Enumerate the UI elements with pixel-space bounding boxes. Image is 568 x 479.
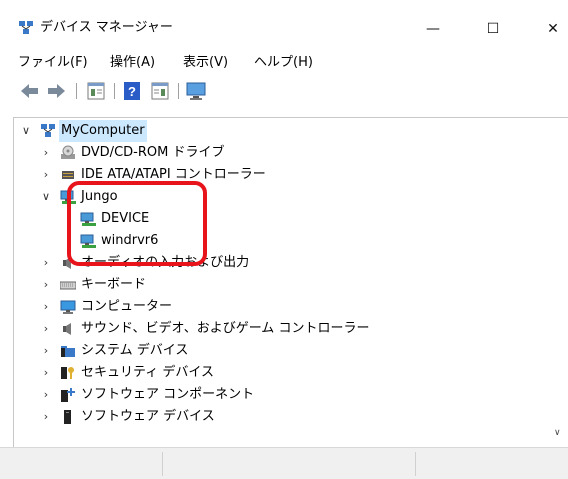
computer-node-icon [41, 124, 55, 137]
monitor-scan-icon[interactable] [184, 80, 208, 102]
maximize-button[interactable]: ☐ [470, 14, 516, 44]
toolbar-separator [114, 83, 115, 99]
tree-item-label[interactable]: サウンド、ビデオ、およびゲーム コントローラー [81, 318, 369, 340]
tree-item[interactable]: › ソフトウェア コンポーネント [14, 384, 554, 406]
help-icon[interactable]: ? [120, 80, 144, 102]
close-button[interactable]: ✕ [530, 14, 568, 44]
tree-item-label[interactable]: DVD/CD-ROM ドライブ [81, 142, 224, 164]
window-title: デバイス マネージャー [40, 20, 173, 35]
device-manager-icon [19, 21, 33, 34]
folder-icon [61, 346, 75, 357]
status-separator [162, 452, 163, 476]
tree-item-label[interactable]: ソフトウェア デバイス [81, 406, 215, 428]
view-icon[interactable] [148, 80, 172, 102]
tree-item[interactable]: › コンピューター [14, 296, 554, 318]
tree-item-label[interactable]: システム デバイス [81, 340, 188, 362]
back-arrow-icon[interactable] [18, 80, 42, 102]
scroll-down-arrow-icon[interactable]: ∨ [554, 428, 561, 438]
svg-text:?: ? [128, 84, 136, 99]
minimize-button[interactable]: — [410, 14, 456, 44]
tree-item[interactable]: › ソフトウェア デバイス [14, 406, 554, 428]
expand-chevron-icon[interactable]: › [40, 340, 52, 362]
dvd-drive-icon [61, 145, 75, 159]
ide-controller-icon [62, 171, 74, 179]
expand-chevron-icon[interactable]: › [40, 252, 52, 274]
tree-root-label[interactable]: MyComputer [59, 120, 147, 142]
collapse-chevron-icon[interactable]: ∨ [20, 120, 32, 142]
expand-chevron-icon[interactable]: › [40, 142, 52, 164]
toolbar-separator [76, 83, 77, 99]
tree-item-label[interactable]: セキュリティ デバイス [81, 362, 214, 384]
security-key-icon [61, 367, 74, 379]
forward-arrow-icon[interactable] [44, 80, 68, 102]
collapse-chevron-icon[interactable]: ∨ [40, 186, 52, 208]
menu-help[interactable]: ヘルプ(H) [254, 54, 313, 72]
tree-root[interactable]: ∨ MyComputer [14, 120, 554, 142]
expand-chevron-icon[interactable]: › [40, 318, 52, 340]
monitor-icon [60, 300, 76, 314]
tree-item-label[interactable]: コンピューター [81, 296, 172, 318]
software-device-icon [64, 410, 71, 424]
status-separator [415, 452, 416, 476]
toolbar-separator [178, 83, 179, 99]
tree-item[interactable]: › サウンド、ビデオ、およびゲーム コントローラー [14, 318, 554, 340]
toolbar: ? [0, 78, 568, 106]
speaker-icon [63, 323, 71, 335]
expand-chevron-icon[interactable]: › [40, 296, 52, 318]
vertical-scrollbar[interactable]: ∨ [551, 118, 568, 447]
device-tree[interactable]: ∨ MyComputer › DVD/CD-ROM ドライブ › IDE ATA… [13, 117, 568, 448]
software-component-icon [61, 388, 75, 402]
status-bar [0, 447, 568, 479]
tree-item-label[interactable]: ソフトウェア コンポーネント [81, 384, 254, 406]
title-bar: デバイス マネージャー — ☐ ✕ [0, 0, 568, 52]
menu-file[interactable]: ファイル(F) [18, 54, 88, 72]
menu-action[interactable]: 操作(A) [110, 54, 155, 72]
highlight-annotation [67, 181, 207, 266]
expand-chevron-icon[interactable]: › [40, 384, 52, 406]
expand-chevron-icon[interactable]: › [40, 164, 52, 186]
tree-item[interactable]: › セキュリティ デバイス [14, 362, 554, 384]
expand-chevron-icon[interactable]: › [40, 274, 52, 296]
keyboard-icon [60, 281, 76, 290]
expand-chevron-icon[interactable]: › [40, 362, 52, 384]
tree-item[interactable]: › システム デバイス [14, 340, 554, 362]
menu-view[interactable]: 表示(V) [183, 54, 228, 72]
tree-item[interactable]: › キーボード [14, 274, 554, 296]
menu-bar: ファイル(F) 操作(A) 表示(V) ヘルプ(H) [0, 52, 568, 74]
tree-item-label[interactable]: キーボード [81, 274, 146, 296]
expand-chevron-icon[interactable]: › [40, 406, 52, 428]
tree-item[interactable]: › DVD/CD-ROM ドライブ [14, 142, 554, 164]
properties-icon[interactable] [84, 80, 108, 102]
